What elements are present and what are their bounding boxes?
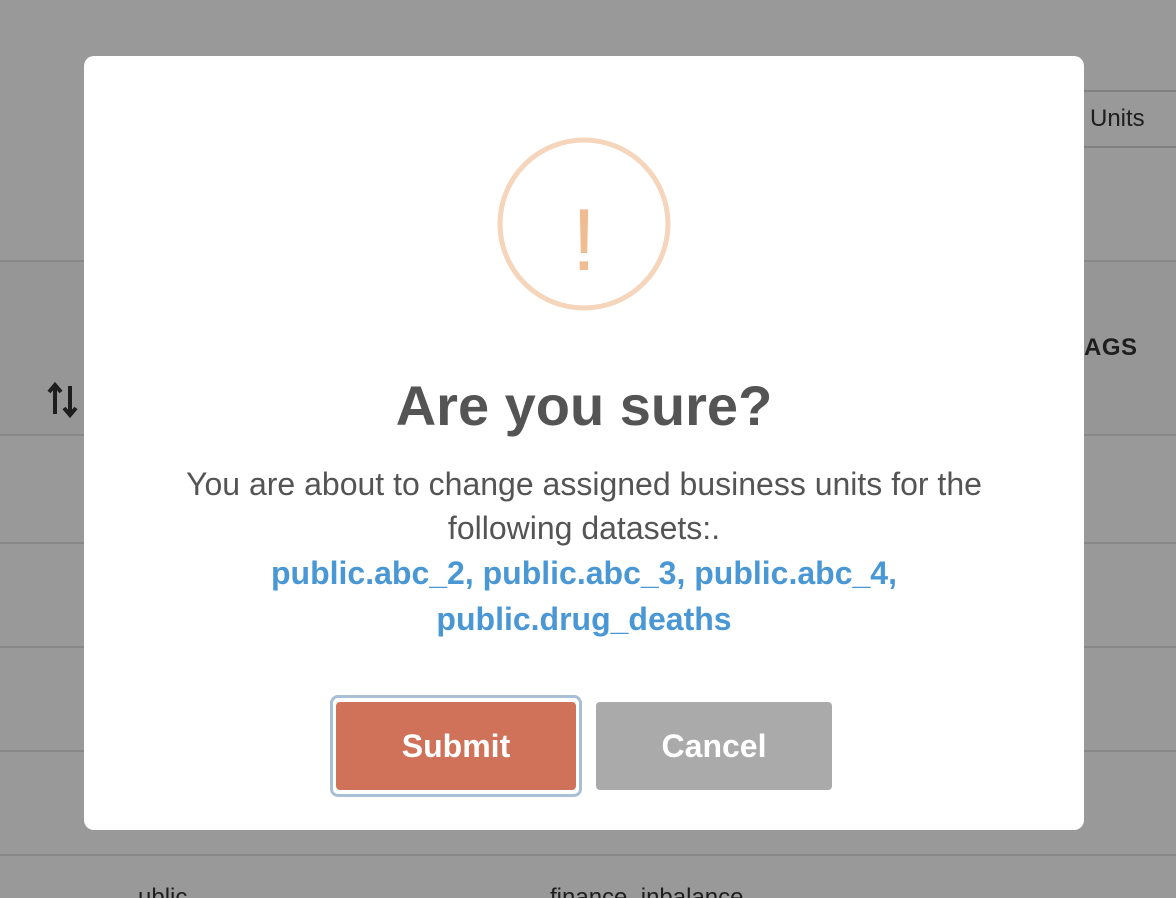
confirm-dialog: ! Are you sure? You are about to change … — [84, 56, 1084, 830]
dialog-message: You are about to change assigned busines… — [186, 466, 982, 546]
warning-glyph: ! — [572, 190, 596, 289]
cancel-button[interactable]: Cancel — [596, 702, 832, 790]
dataset-list: public.abc_2, public.abc_3, public.abc_4… — [271, 555, 897, 637]
dialog-title: Are you sure? — [395, 374, 773, 437]
exclamation-warning-icon: ! — [497, 137, 671, 311]
submit-button[interactable]: Submit — [336, 702, 576, 790]
